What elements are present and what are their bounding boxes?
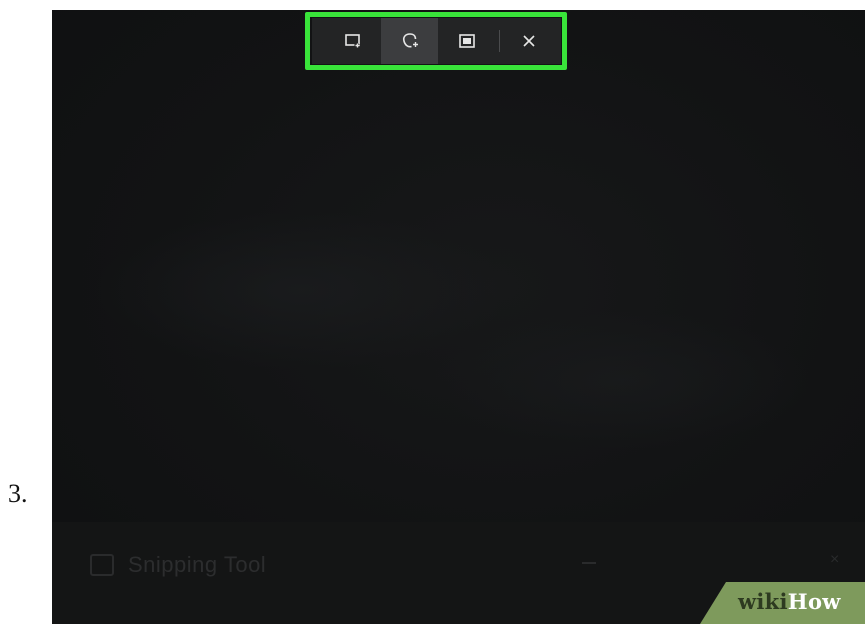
wikihow-watermark: wikiHow (700, 582, 865, 624)
minimize-icon[interactable] (582, 562, 596, 564)
screen-overlay: Snipping Tool × (52, 10, 865, 624)
toolbar-highlight-box (305, 12, 567, 70)
app-title: Snipping Tool (128, 552, 267, 577)
wikihow-logo: wikiHow (738, 589, 841, 614)
snipping-tool-icon (90, 554, 114, 576)
title-bar: Snipping Tool × (52, 522, 865, 582)
background-shading (432, 310, 812, 450)
window-close-icon[interactable]: × (830, 552, 842, 568)
step-number: 3. (8, 479, 28, 508)
page: 3. Snipping Tool × wikiHow (0, 0, 865, 624)
